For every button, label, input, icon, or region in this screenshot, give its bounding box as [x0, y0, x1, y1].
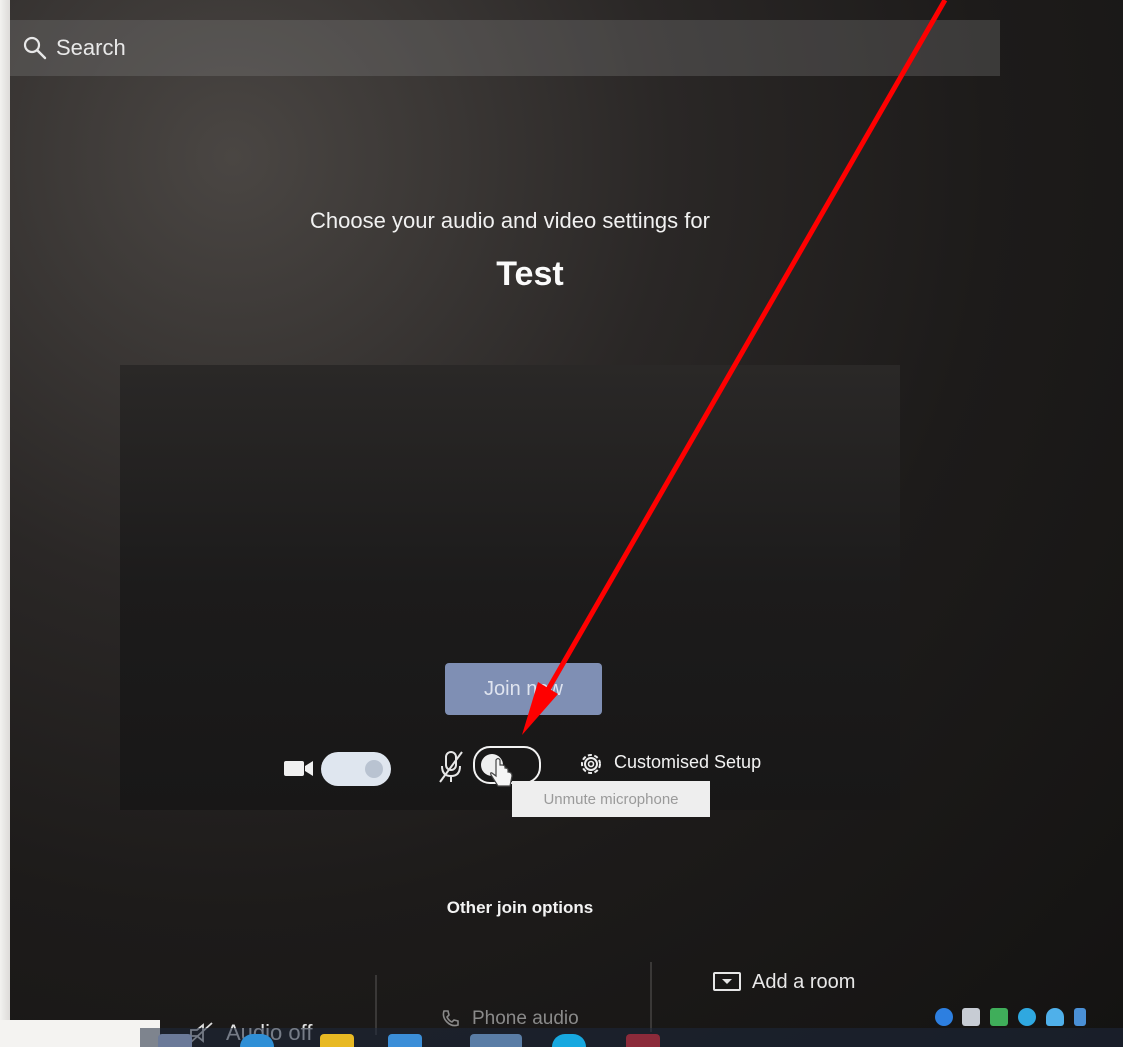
skype-icon[interactable]: [552, 1034, 586, 1047]
join-now-button[interactable]: Join now: [445, 663, 602, 715]
skype-tray-icon[interactable]: [1018, 1008, 1036, 1026]
phone-icon: [442, 1010, 459, 1027]
other-join-options-title: Other join options: [446, 898, 594, 917]
edge-icon[interactable]: [240, 1034, 274, 1047]
tray-app-icon[interactable]: [990, 1008, 1008, 1026]
people-icon[interactable]: [1074, 1008, 1086, 1026]
add-room-label: Add a room: [752, 970, 856, 993]
mic-off-icon: [439, 751, 463, 783]
search-icon: [23, 36, 47, 60]
unmute-tooltip: Unmute microphone: [512, 781, 710, 817]
chrome-icon[interactable]: [470, 1034, 522, 1047]
settings-gear-icon[interactable]: [577, 750, 605, 778]
camera-toggle-knob: [365, 760, 383, 778]
search-placeholder: Search: [56, 35, 126, 60]
add-room-option[interactable]: Add a room: [712, 970, 855, 994]
video-preview: [120, 365, 900, 810]
camera-toggle[interactable]: [321, 752, 391, 786]
file-explorer-icon[interactable]: [320, 1034, 354, 1047]
camera-icon: [284, 761, 313, 776]
meeting-title: Test: [496, 255, 564, 293]
room-display-icon: [713, 972, 741, 991]
internet-explorer-icon[interactable]: [388, 1034, 422, 1047]
prejoin-heading: Choose your audio and video settings for: [310, 208, 710, 233]
option-divider: [375, 975, 377, 1035]
onedrive-icon[interactable]: [1046, 1008, 1064, 1026]
monitor-bezel-bottom: [0, 1020, 160, 1047]
task-view-icon[interactable]: [158, 1034, 192, 1047]
phone-audio-label: Phone audio: [472, 1008, 579, 1029]
phone-audio-option[interactable]: Phone audio: [440, 1008, 579, 1030]
calculator-app-icon[interactable]: [626, 1034, 660, 1047]
customised-setup-link[interactable]: Customised Setup: [614, 752, 761, 773]
option-divider: [650, 962, 652, 1032]
search-bar[interactable]: Search: [10, 20, 1000, 76]
bluetooth-icon[interactable]: [935, 1008, 953, 1026]
usb-icon[interactable]: [962, 1008, 980, 1026]
